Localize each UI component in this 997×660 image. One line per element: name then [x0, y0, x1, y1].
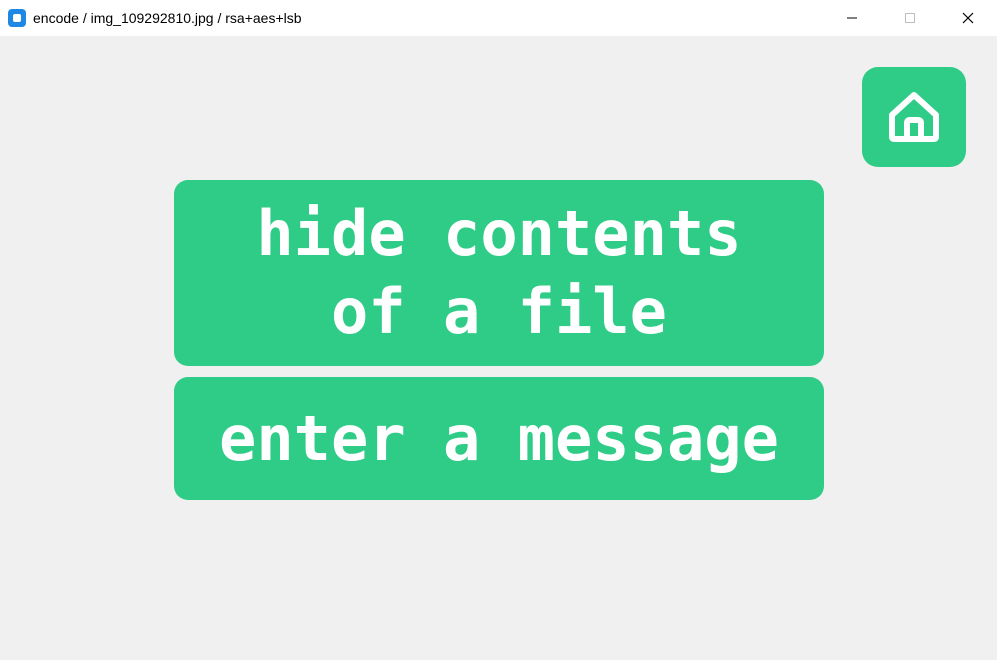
- minimize-icon: [847, 17, 857, 19]
- window-title: encode / img_109292810.jpg / rsa+aes+lsb: [33, 10, 302, 26]
- home-button[interactable]: [862, 67, 966, 167]
- minimize-button[interactable]: [823, 0, 881, 36]
- app-icon: [8, 9, 26, 27]
- maximize-button[interactable]: [881, 0, 939, 36]
- close-button[interactable]: [939, 0, 997, 36]
- enter-message-label: enter a message: [219, 401, 779, 475]
- hide-file-contents-label: hide contents of a file: [256, 197, 742, 348]
- home-icon: [889, 92, 939, 142]
- title-bar[interactable]: encode / img_109292810.jpg / rsa+aes+lsb: [0, 0, 997, 36]
- maximize-icon: [905, 13, 915, 23]
- enter-message-button[interactable]: enter a message: [174, 377, 824, 500]
- close-icon: [962, 12, 974, 24]
- hide-file-contents-button[interactable]: hide contents of a file: [174, 180, 824, 366]
- app-window: encode / img_109292810.jpg / rsa+aes+lsb…: [0, 0, 997, 660]
